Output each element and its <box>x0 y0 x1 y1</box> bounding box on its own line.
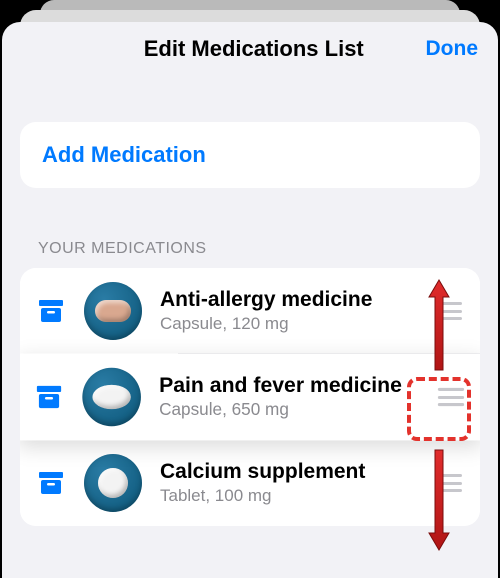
archive-icon[interactable] <box>34 383 64 411</box>
medication-text: Anti-allergy medicine Capsule, 120 mg <box>160 288 424 335</box>
drag-handle[interactable] <box>434 474 464 492</box>
medication-name: Pain and fever medicine <box>159 373 426 398</box>
drag-handle-icon <box>436 474 462 492</box>
medication-row: Calcium supplement Tablet, 100 mg <box>20 440 480 526</box>
modal-sheet: Edit Medications List Done Add Medicatio… <box>2 22 498 578</box>
pill-icon <box>92 385 130 409</box>
medication-name: Anti-allergy medicine <box>160 288 424 313</box>
drag-handle[interactable] <box>434 302 464 320</box>
done-button[interactable]: Done <box>426 37 479 61</box>
medications-list: Anti-allergy medicine Capsule, 120 mg Pa… <box>20 268 480 526</box>
page-title: Edit Medications List <box>144 36 364 62</box>
archive-icon[interactable] <box>36 297 66 325</box>
medication-subtitle: Capsule, 120 mg <box>160 314 424 334</box>
medication-text: Pain and fever medicine Capsule, 650 mg <box>159 373 426 420</box>
medication-name: Calcium supplement <box>160 460 424 485</box>
content: Add Medication YOUR MEDICATIONS Anti-all… <box>2 74 498 526</box>
section-header: YOUR MEDICATIONS <box>20 240 480 268</box>
nav-bar: Edit Medications List Done <box>2 22 498 74</box>
drag-handle[interactable] <box>436 388 466 406</box>
archive-icon[interactable] <box>36 469 66 497</box>
medication-avatar <box>84 282 142 340</box>
medication-avatar <box>82 368 141 427</box>
pill-icon <box>95 300 131 322</box>
pill-icon <box>98 468 128 498</box>
medication-subtitle: Capsule, 650 mg <box>159 400 426 420</box>
medication-avatar <box>84 454 142 512</box>
medication-row: Pain and fever medicine Capsule, 650 mg <box>20 354 480 441</box>
add-medication-button[interactable]: Add Medication <box>20 122 480 188</box>
medication-row: Anti-allergy medicine Capsule, 120 mg <box>20 268 480 354</box>
medication-text: Calcium supplement Tablet, 100 mg <box>160 460 424 507</box>
medication-subtitle: Tablet, 100 mg <box>160 486 424 506</box>
drag-handle-icon <box>438 388 464 406</box>
drag-handle-icon <box>436 302 462 320</box>
